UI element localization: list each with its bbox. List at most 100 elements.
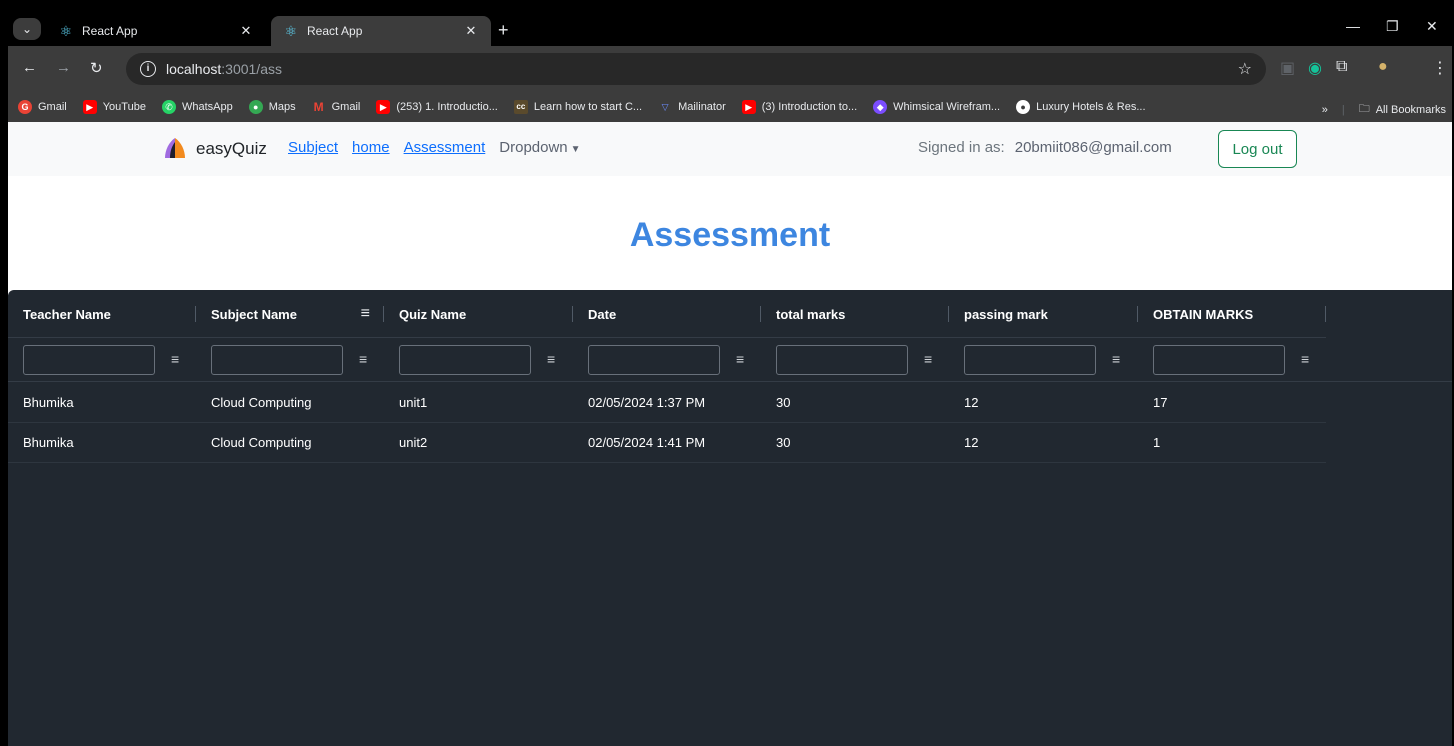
bookmark-item[interactable]: M Gmail bbox=[311, 100, 361, 114]
profile-avatar-icon[interactable]: ● bbox=[1378, 58, 1388, 76]
extension-icon[interactable]: ▣ bbox=[1280, 58, 1295, 78]
filter-row: ≡ ≡ ≡ ≡ ≡ ≡ ≡ bbox=[8, 338, 1452, 382]
address-bar[interactable]: i localhost:3001/ass ☆ bbox=[126, 53, 1266, 85]
filter-icon[interactable]: ≡ bbox=[359, 351, 367, 367]
globe-icon: ● bbox=[1016, 100, 1031, 114]
bookmark-item[interactable]: ▽ Mailinator bbox=[658, 100, 726, 114]
grammarly-icon[interactable]: ◉ bbox=[1308, 58, 1322, 78]
dropdown-label: Dropdown bbox=[499, 139, 568, 156]
column-header-subject-name[interactable]: Subject Name ≡ bbox=[196, 290, 384, 338]
filter-input[interactable] bbox=[211, 345, 343, 375]
filter-icon[interactable]: ≡ bbox=[547, 351, 555, 367]
cell-date: 02/05/2024 1:37 PM bbox=[588, 395, 706, 410]
extensions-puzzle-icon[interactable]: ⧉ bbox=[1336, 58, 1347, 76]
filter-input[interactable] bbox=[399, 345, 531, 375]
nav-link-assessment[interactable]: Assessment bbox=[404, 139, 486, 156]
bookmark-item[interactable]: G Gmail bbox=[18, 100, 67, 114]
column-menu-icon[interactable]: ≡ bbox=[361, 305, 370, 323]
back-arrow-icon[interactable]: ← bbox=[22, 59, 37, 76]
filter-icon[interactable]: ≡ bbox=[924, 351, 932, 367]
brand-name: easyQuiz bbox=[196, 139, 267, 158]
app-navbar: easyQuiz Subject home Assessment Dropdow… bbox=[8, 122, 1452, 176]
signed-in-info: Signed in as: 20bmiit086@gmail.com bbox=[918, 139, 1172, 156]
filter-input[interactable] bbox=[23, 345, 155, 375]
new-tab-button[interactable]: + bbox=[498, 20, 509, 41]
close-icon[interactable]: ✕ bbox=[238, 23, 254, 39]
filter-input[interactable] bbox=[776, 345, 908, 375]
youtube-icon: ▶ bbox=[741, 100, 756, 114]
filter-icon[interactable]: ≡ bbox=[171, 351, 179, 367]
column-header-quiz-name[interactable]: Quiz Name bbox=[384, 290, 573, 338]
logout-button[interactable]: Log out bbox=[1218, 130, 1297, 168]
creative-commons-icon: cc bbox=[513, 100, 528, 114]
column-header-date[interactable]: Date bbox=[573, 290, 761, 338]
filter-icon[interactable]: ≡ bbox=[1112, 351, 1120, 367]
restore-icon[interactable]: ❐ bbox=[1386, 18, 1399, 35]
column-header-passing-mark[interactable]: passing mark bbox=[949, 290, 1138, 338]
bookmark-item[interactable]: ● Luxury Hotels & Res... bbox=[1016, 100, 1146, 114]
url-path: :3001/ass bbox=[221, 61, 282, 77]
caret-down-icon: ▼ bbox=[570, 144, 581, 155]
nav-link-subject[interactable]: Subject bbox=[288, 139, 338, 156]
filter-input[interactable] bbox=[964, 345, 1096, 375]
column-header-teacher-name[interactable]: Teacher Name bbox=[8, 290, 196, 338]
bookmarks-divider: | bbox=[1341, 103, 1345, 116]
column-separator[interactable] bbox=[1325, 306, 1326, 322]
more-bookmarks-icon[interactable]: » bbox=[1322, 104, 1328, 116]
filter-total-marks: ≡ bbox=[776, 345, 932, 375]
filter-input[interactable] bbox=[1153, 345, 1285, 375]
bookmark-item[interactable]: cc Learn how to start C... bbox=[513, 100, 642, 114]
reload-icon[interactable]: ↻ bbox=[90, 59, 103, 77]
close-icon[interactable]: ✕ bbox=[463, 23, 479, 39]
tab-title: React App bbox=[82, 24, 138, 38]
minimize-icon[interactable]: — bbox=[1346, 18, 1360, 34]
cell-quiz-name: unit1 bbox=[399, 395, 428, 410]
tab-title: React App bbox=[307, 24, 363, 38]
tab-search-button[interactable]: ⌄ bbox=[13, 18, 41, 40]
column-header-label: Quiz Name bbox=[399, 306, 467, 322]
filter-icon[interactable]: ≡ bbox=[736, 351, 744, 367]
nav-links: Subject home Assessment Dropdown ▼ bbox=[288, 139, 581, 156]
bookmark-label: Luxury Hotels & Res... bbox=[1036, 101, 1146, 113]
table-row[interactable]: Bhumika Cloud Computing unit2 02/05/2024… bbox=[8, 423, 1326, 463]
bookmark-item[interactable]: ▶ (3) Introduction to... bbox=[741, 100, 857, 114]
menu-kebab-icon[interactable]: ⋮ bbox=[1432, 58, 1448, 78]
url-host: localhost bbox=[166, 61, 222, 77]
cell-passing-mark: 12 bbox=[964, 435, 979, 450]
bookmark-item[interactable]: ◆ Whimsical Wirefram... bbox=[873, 100, 1000, 114]
bookmarks-bar: G Gmail ▶ YouTube ✆ WhatsApp ● Maps M Gmail ▶… bbox=[8, 92, 1452, 122]
bookmark-item[interactable]: ✆ WhatsApp bbox=[161, 100, 233, 114]
bookmark-label: (253) 1. Introductio... bbox=[396, 101, 498, 113]
column-header-label: Subject Name bbox=[211, 306, 297, 322]
bookmark-label: Gmail bbox=[331, 101, 361, 113]
filter-passing-mark: ≡ bbox=[964, 345, 1120, 375]
react-icon: ⚛ bbox=[284, 23, 298, 39]
brand[interactable]: easyQuiz bbox=[162, 136, 267, 162]
column-header-obtain-marks[interactable]: OBTAIN MARKS bbox=[1138, 290, 1326, 338]
table-row[interactable]: Bhumika Cloud Computing unit1 02/05/2024… bbox=[8, 383, 1326, 423]
bookmark-item[interactable]: ▶ (253) 1. Introductio... bbox=[376, 100, 498, 114]
gmail-icon: M bbox=[311, 100, 326, 114]
tab-react-app-1[interactable]: ⚛ React App ✕ bbox=[46, 16, 266, 46]
gmail-icon: G bbox=[18, 100, 32, 114]
bookmark-item[interactable]: ● Maps bbox=[248, 100, 296, 114]
cell-obtain-marks: 1 bbox=[1153, 435, 1161, 450]
forward-arrow-icon[interactable]: → bbox=[56, 59, 71, 76]
browser-toolbar: ← → ↻ i localhost:3001/ass ☆ ▣ ◉ ⧉ ● ⋮ bbox=[8, 46, 1452, 92]
column-header-total-marks[interactable]: total marks bbox=[761, 290, 949, 338]
window-close-icon[interactable]: ✕ bbox=[1426, 18, 1438, 35]
all-bookmarks-link[interactable]: All Bookmarks bbox=[1376, 104, 1446, 116]
bookmark-item[interactable]: ▶ YouTube bbox=[82, 100, 146, 114]
site-info-icon[interactable]: i bbox=[140, 61, 156, 77]
filter-input[interactable] bbox=[588, 345, 720, 375]
nav-link-home[interactable]: home bbox=[352, 139, 390, 156]
column-header-label: Teacher Name bbox=[23, 306, 111, 322]
bookmark-label: Whimsical Wirefram... bbox=[893, 101, 1001, 113]
browser-window: ⌄ ⚛ React App ✕ ⚛ React App ✕ + — ❐ ✕ ← … bbox=[8, 8, 1452, 746]
tab-react-app-2[interactable]: ⚛ React App ✕ bbox=[271, 16, 491, 46]
filter-icon[interactable]: ≡ bbox=[1301, 351, 1309, 367]
bookmark-star-icon[interactable]: ☆ bbox=[1238, 59, 1252, 79]
bookmark-label: YouTube bbox=[102, 101, 146, 113]
dropdown-toggle[interactable]: Dropdown ▼ bbox=[499, 139, 580, 156]
page-content: easyQuiz Subject home Assessment Dropdow… bbox=[8, 122, 1452, 746]
